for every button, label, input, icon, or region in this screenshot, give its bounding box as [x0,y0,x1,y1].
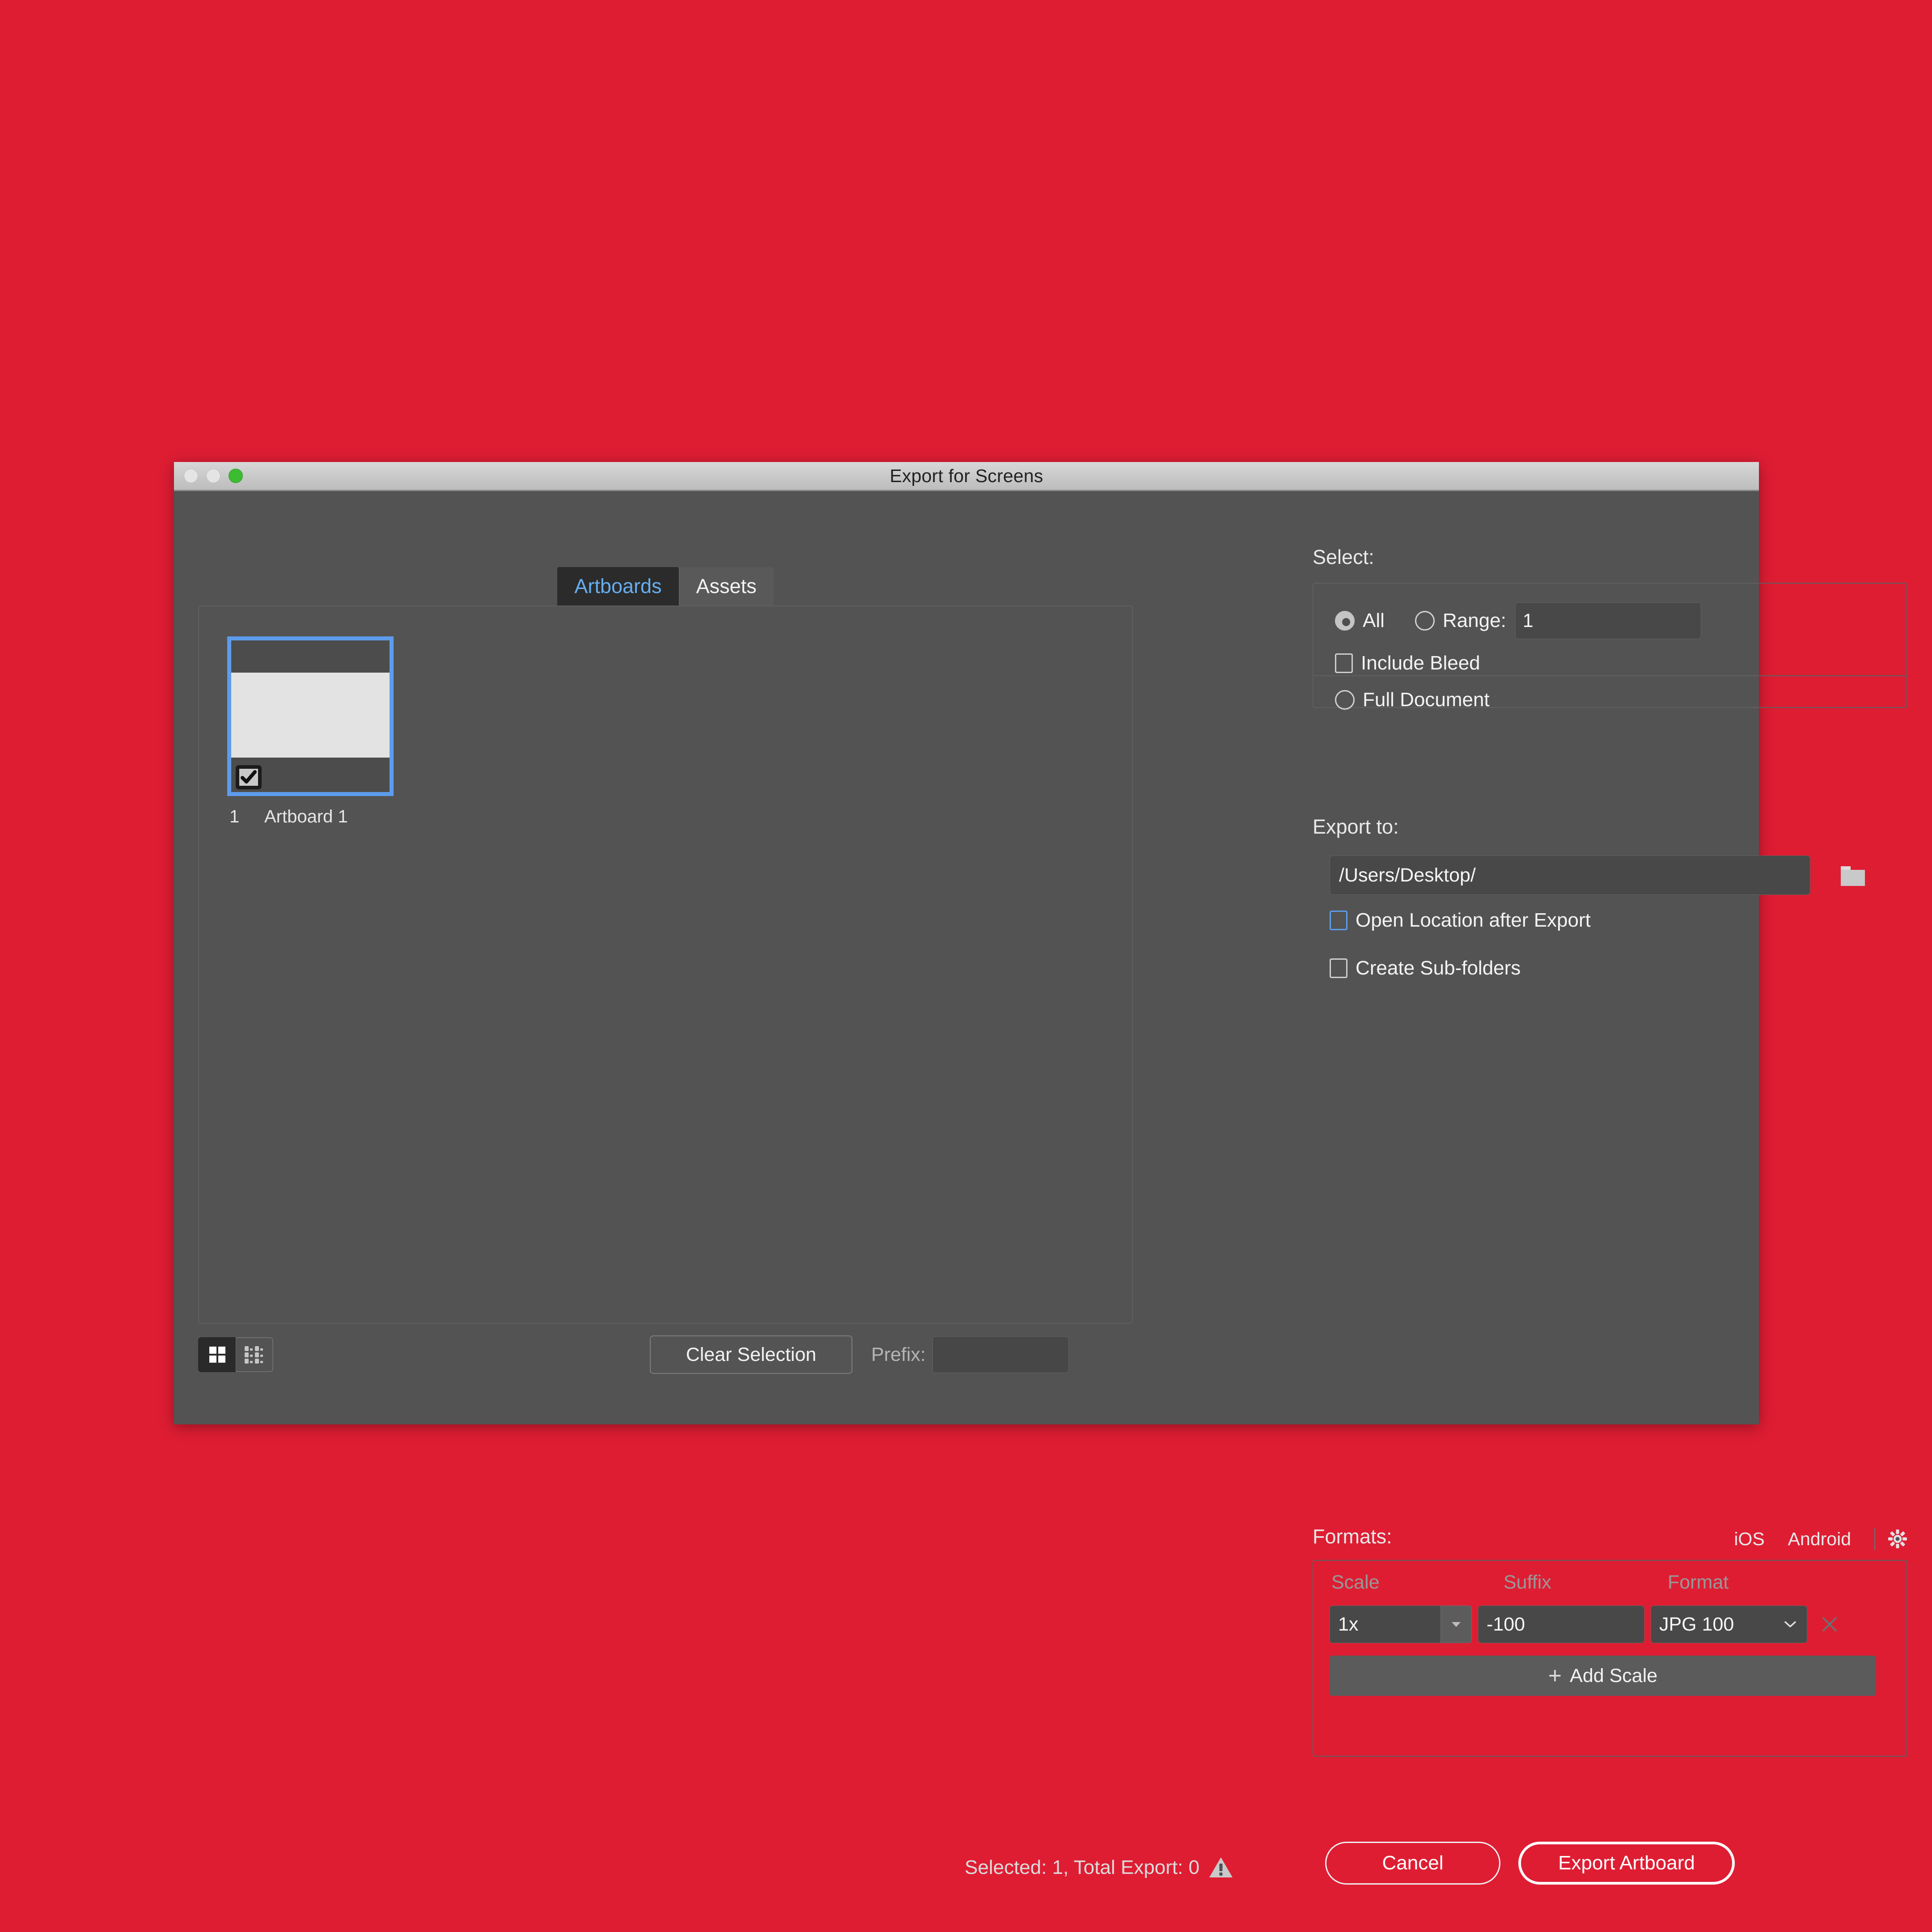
minimize-window-icon[interactable] [206,469,220,483]
preset-android-button[interactable]: Android [1788,1529,1851,1550]
presets-divider [1874,1528,1875,1550]
radio-range-label: Range: [1443,610,1506,632]
format-select-value: JPG 100 [1651,1614,1734,1635]
open-location-row[interactable]: Open Location after Export [1330,909,1591,932]
create-subfolders-row[interactable]: Create Sub-folders [1330,957,1521,979]
tab-artboards[interactable]: Artboards [557,567,678,606]
checkmark-icon [240,770,257,785]
zoom-window-icon[interactable] [229,469,243,483]
export-for-screens-dialog: Export for Screens Artboards Assets [174,462,1759,1424]
formats-label: Formats: [1313,1525,1392,1548]
chevron-down-glyph [1784,1620,1797,1629]
close-x-glyph [1820,1614,1839,1634]
include-bleed-row[interactable]: Include Bleed [1335,652,1480,674]
grid-view-glyph [208,1345,227,1364]
folder-glyph [1839,862,1867,889]
clear-selection-button[interactable]: Clear Selection [650,1335,852,1374]
list-view-icon[interactable] [236,1337,273,1372]
warning-triangle-icon[interactable] [1208,1856,1233,1879]
include-bleed-label: Include Bleed [1361,652,1480,674]
radio-all-label: All [1363,610,1385,632]
add-scale-button[interactable]: + Add Scale [1330,1656,1876,1696]
warning-triangle-glyph [1208,1856,1233,1879]
triangle-down-icon [1450,1620,1462,1628]
clear-selection-label: Clear Selection [686,1344,817,1366]
formats-column-headers: Scale Suffix Format [1331,1572,1890,1598]
range-option: Range: 1 [1415,602,1701,639]
full-document-row[interactable]: Full Document [1335,689,1490,711]
column-header-scale: Scale [1331,1572,1380,1593]
tab-assets-label: Assets [696,575,757,598]
list-view-glyph [244,1345,265,1364]
cancel-button[interactable]: Cancel [1325,1842,1500,1885]
plus-icon: + [1548,1664,1562,1687]
grid-view-icon[interactable] [198,1337,236,1372]
remove-scale-icon[interactable] [1819,1614,1840,1635]
scale-input[interactable]: 1x [1330,1606,1441,1643]
open-location-checkbox[interactable] [1330,911,1347,930]
suffix-input[interactable]: -100 [1478,1606,1644,1643]
export-status-row: Selected: 1, Total Export: 0 [965,1856,1233,1879]
add-scale-label: Add Scale [1570,1665,1657,1687]
folder-icon[interactable] [1837,860,1868,891]
artboard-thumbnail[interactable] [227,636,394,796]
format-select[interactable]: JPG 100 [1651,1606,1807,1643]
footer-buttons: Cancel Export Artboard [1325,1842,1735,1885]
radio-all[interactable] [1335,611,1355,631]
export-status-text: Selected: 1, Total Export: 0 [965,1856,1199,1879]
export-to-label: Export to: [1313,815,1399,839]
artboard-name: Artboard 1 [264,807,348,827]
artboard-list-item[interactable]: 1 Artboard 1 [227,636,394,827]
full-document-label: Full Document [1363,689,1490,711]
column-header-format: Format [1668,1572,1729,1593]
gear-icon[interactable] [1888,1529,1907,1549]
radio-range[interactable] [1415,611,1435,631]
range-input[interactable]: 1 [1515,602,1701,639]
view-toggle-group [198,1337,273,1372]
artboard-index: 1 [229,807,264,827]
include-bleed-checkbox[interactable] [1335,653,1353,673]
select-mode-row: All Range: 1 [1335,602,1701,639]
create-subfolders-label: Create Sub-folders [1356,957,1521,979]
prefix-label: Prefix: [871,1344,926,1366]
export-artboard-button-label: Export Artboard [1558,1852,1695,1874]
scale-dropdown-button[interactable] [1441,1606,1472,1643]
close-window-icon[interactable] [184,469,198,483]
artboard-list-panel[interactable]: 1 Artboard 1 [198,606,1133,1324]
select-section-label: Select: [1313,546,1374,569]
tab-bar: Artboards Assets [198,567,1133,606]
column-header-suffix: Suffix [1504,1572,1551,1593]
export-artboard-button[interactable]: Export Artboard [1518,1842,1735,1885]
format-row: 1x -100 JPG 100 [1330,1606,1840,1643]
preset-ios-button[interactable]: iOS [1734,1529,1764,1550]
artboard-caption: 1 Artboard 1 [227,807,394,827]
window-titlebar: Export for Screens [174,462,1759,491]
window-controls [184,462,243,490]
formats-group: Scale Suffix Format 1x -100 JPG 100 [1313,1560,1907,1757]
tab-artboards-label: Artboards [574,575,661,598]
tab-assets[interactable]: Assets [679,567,774,606]
cancel-button-label: Cancel [1382,1852,1444,1874]
select-group: All Range: 1 Include Bleed Full Document [1313,583,1907,708]
export-to-row: /Users/Desktop/ [1330,856,1868,895]
artboard-thumbnail-artwork [231,673,390,758]
create-subfolders-checkbox[interactable] [1330,958,1347,978]
dialog-body: Artboards Assets [174,491,1759,1424]
open-location-label: Open Location after Export [1356,909,1591,932]
formats-presets: iOS Android [1734,1528,1907,1550]
select-group-divider [1313,675,1907,676]
window-title: Export for Screens [174,466,1759,487]
chevron-down-icon [1784,1620,1797,1629]
artboard-select-checkbox[interactable] [236,765,262,789]
gear-glyph [1888,1529,1907,1549]
clear-selection-row: Clear Selection Prefix: [650,1335,1069,1374]
prefix-input[interactable] [932,1336,1069,1373]
export-path-input[interactable]: /Users/Desktop/ [1330,856,1810,895]
radio-full-document[interactable] [1335,690,1355,710]
